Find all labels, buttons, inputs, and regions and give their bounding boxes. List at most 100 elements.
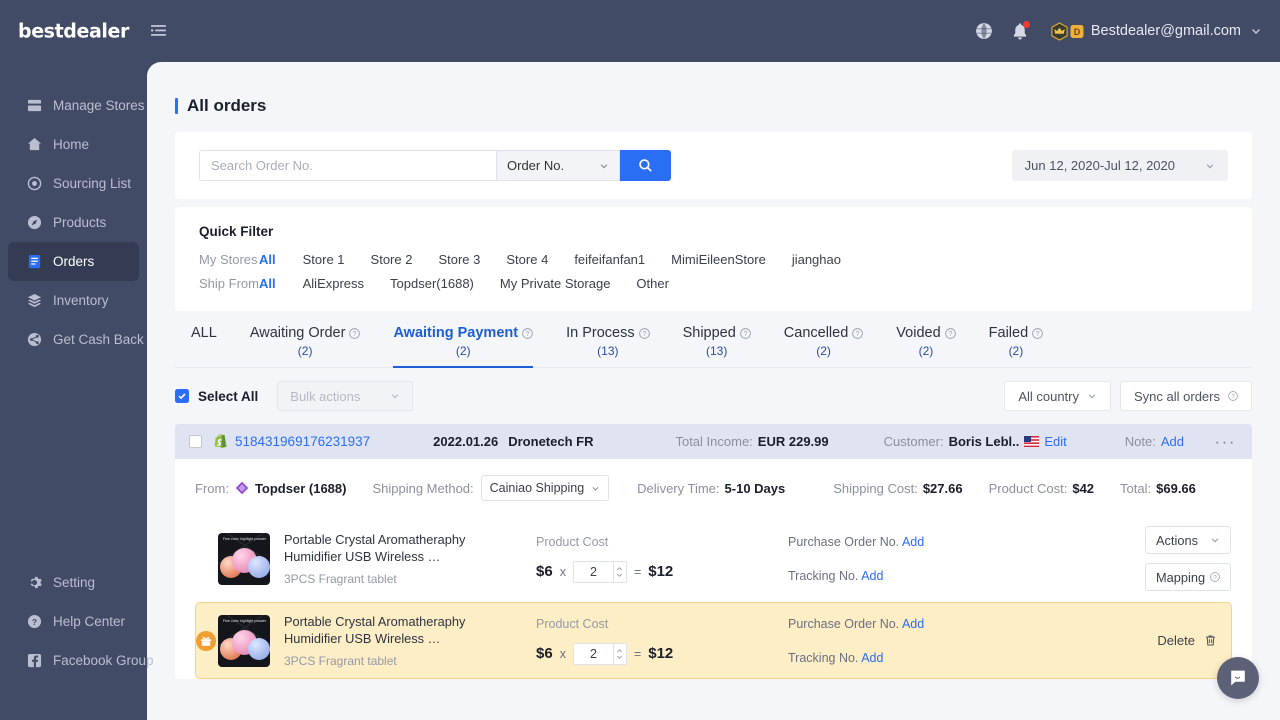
mapping-button[interactable]: Mapping ? (1145, 563, 1231, 591)
product-name[interactable]: Portable Crystal Aromatheraphy Humidifie… (284, 613, 524, 647)
search-type-select[interactable]: Order No. (496, 150, 620, 181)
tab-label: ALL (191, 325, 217, 341)
tab-cancelled[interactable]: Cancelled ? (2) (784, 325, 864, 367)
sidebar-item-manage-stores[interactable]: Manage Stores (8, 86, 139, 125)
product-cost-value: $42 (1072, 481, 1094, 496)
qf-option-topdser[interactable]: Topdser(1688) (390, 276, 474, 291)
qf-option-all[interactable]: All (259, 252, 276, 267)
product-info: Portable Crystal Aromatheraphy Humidifie… (284, 531, 524, 586)
select-all-checkbox[interactable] (175, 389, 189, 403)
tab-all[interactable]: ALL (191, 325, 217, 350)
purchase-order-add-link[interactable]: Add (902, 617, 924, 631)
search-icon (638, 158, 653, 173)
sidebar-item-label: Products (53, 215, 106, 230)
product-info: Portable Crystal Aromatheraphy Humidifie… (284, 613, 524, 668)
qf-option-aliexpress[interactable]: AliExpress (303, 276, 364, 291)
note-label: Note: (1125, 434, 1156, 449)
tab-shipped[interactable]: Shipped ? (13) (683, 325, 751, 367)
quantity-input[interactable]: 2 (573, 643, 613, 665)
trash-icon (1204, 634, 1217, 647)
chevron-down-icon (390, 391, 400, 401)
product-name[interactable]: Portable Crystal Aromatheraphy Humidifie… (284, 531, 524, 565)
bell-icon[interactable] (1002, 13, 1038, 49)
product-cost-col: Product Cost $6 x 2 (536, 535, 776, 583)
qf-option-jianghao[interactable]: jianghao (792, 252, 841, 267)
order-total-label: Total: (1120, 481, 1151, 496)
user-menu[interactable]: D Bestdealer@gmail.com (1050, 22, 1262, 41)
delivery-time-label: Delivery Time: (637, 481, 719, 496)
shipping-method-select[interactable]: Cainiao Shipping (481, 475, 610, 501)
qf-option-my-private-storage[interactable]: My Private Storage (500, 276, 611, 291)
svg-text:?: ? (948, 331, 952, 338)
customer-label: Customer: (884, 434, 944, 449)
date-range-label: Jun 12, 2020-Jul 12, 2020 (1025, 158, 1175, 173)
sync-all-orders-button[interactable]: Sync all orders ? (1120, 381, 1252, 411)
shipping-cost-label: Shipping Cost: (833, 481, 918, 496)
qf-option-other[interactable]: Other (636, 276, 669, 291)
sidebar-item-help-center[interactable]: ? Help Center (8, 602, 139, 641)
sidebar-item-products[interactable]: Products (8, 203, 139, 242)
qf-option-store-2[interactable]: Store 2 (371, 252, 413, 267)
delete-item-button[interactable]: Delete (1157, 633, 1231, 648)
sidebar-item-setting[interactable]: Setting (8, 563, 139, 602)
item-actions-col: Actions Mapping ? (1145, 526, 1231, 591)
sidebar-item-facebook-group[interactable]: Facebook Group (8, 641, 139, 680)
question-circle-icon: ? (1228, 391, 1238, 401)
tab-failed[interactable]: Failed ? (2) (989, 325, 1044, 367)
bulk-actions-select[interactable]: Bulk actions (277, 381, 413, 411)
customer-edit-link[interactable]: Edit (1044, 434, 1066, 449)
purchase-order-add-link[interactable]: Add (902, 535, 924, 549)
qf-option-store-4[interactable]: Store 4 (506, 252, 548, 267)
tracking-add-link[interactable]: Add (861, 651, 883, 665)
country-filter-select[interactable]: All country (1004, 381, 1111, 411)
svg-text:D: D (1074, 27, 1081, 37)
globe-icon[interactable] (966, 13, 1002, 49)
order-number[interactable]: 518431969176231937 (235, 434, 370, 449)
topdser-icon (235, 481, 249, 495)
tab-voided[interactable]: Voided ? (2) (896, 325, 955, 367)
delete-label: Delete (1157, 633, 1195, 648)
sidebar-item-home[interactable]: Home (8, 125, 139, 164)
question-circle-icon: ? (639, 328, 650, 339)
order-checkbox[interactable] (189, 435, 202, 448)
chat-support-button[interactable] (1217, 657, 1259, 699)
search-button[interactable] (620, 150, 671, 181)
order-header: 518431969176231937 2022.01.26 Dronetech … (175, 424, 1252, 459)
purchase-order-line: Purchase Order No. Add (788, 617, 1013, 631)
qf-option-mimieileenstore[interactable]: MimiEileenStore (671, 252, 766, 267)
date-range-picker[interactable]: Jun 12, 2020-Jul 12, 2020 (1012, 150, 1228, 181)
quantity-input[interactable]: 2 (573, 561, 613, 583)
quantity-stepper[interactable] (613, 561, 627, 583)
shopify-icon (214, 433, 229, 450)
qf-option-store-3[interactable]: Store 3 (438, 252, 480, 267)
qf-option-store-1[interactable]: Store 1 (303, 252, 345, 267)
question-circle-icon: ? (945, 328, 956, 339)
note-add-link[interactable]: Add (1161, 434, 1184, 449)
facebook-icon (26, 653, 42, 669)
purchase-order-label: Purchase Order No. (788, 617, 899, 631)
tab-in-process[interactable]: In Process ? (13) (566, 325, 650, 367)
chevron-down-icon (591, 484, 600, 493)
sidebar-item-sourcing-list[interactable]: Sourcing List (8, 164, 139, 203)
ellipsis-icon[interactable]: ··· (1215, 433, 1236, 450)
tab-label: Cancelled (784, 325, 849, 341)
sidebar-item-get-cash-back[interactable]: Get Cash Back (8, 320, 139, 359)
tab-awaiting-order[interactable]: Awaiting Order ? (2) (250, 325, 361, 367)
search-input[interactable] (199, 150, 496, 181)
sidebar-item-label: Manage Stores (53, 98, 145, 113)
qf-option-feifeifanfan1[interactable]: feifeifanfan1 (574, 252, 645, 267)
sidebar-item-inventory[interactable]: Inventory (8, 281, 139, 320)
quantity-stepper[interactable] (613, 643, 627, 665)
user-email: Bestdealer@gmail.com (1091, 23, 1241, 39)
sidebar-item-orders[interactable]: Orders (8, 242, 139, 281)
brand-logo[interactable]: bestdealer (0, 0, 147, 62)
orders-icon (26, 254, 42, 270)
tab-awaiting-payment[interactable]: Awaiting Payment ? (2) (393, 325, 533, 367)
actions-select[interactable]: Actions (1145, 526, 1231, 554)
hamburger-icon[interactable] (147, 20, 169, 42)
equals-symbol: = (634, 565, 641, 579)
tracking-line: Tracking No. Add (788, 569, 1013, 583)
qf-option-all[interactable]: All (259, 276, 276, 291)
tracking-add-link[interactable]: Add (861, 569, 883, 583)
svg-text:?: ? (526, 331, 530, 338)
